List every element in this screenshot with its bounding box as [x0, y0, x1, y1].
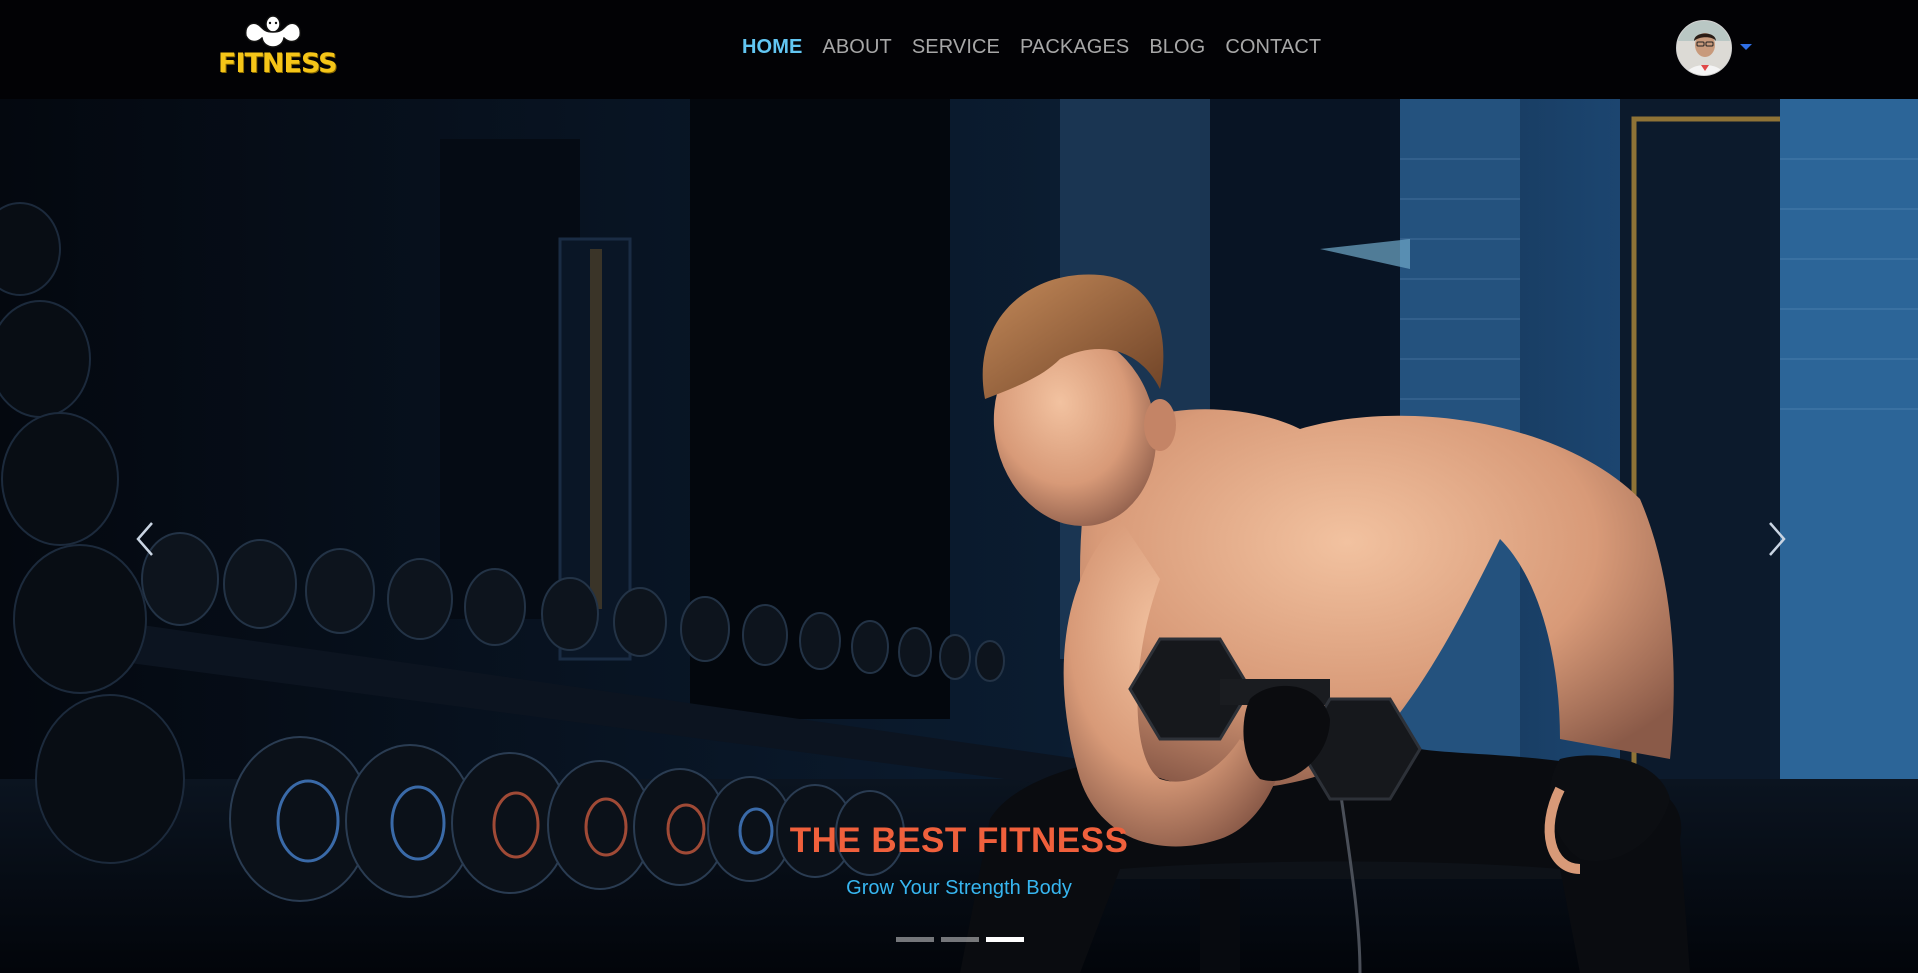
- hero-subtitle: Grow Your Strength Body: [846, 877, 1072, 899]
- hero-carousel: THE BEST FITNESS Grow Your Strength Body: [0, 99, 1918, 973]
- nav-link-home[interactable]: HOME: [742, 36, 802, 58]
- nav-link-packages[interactable]: PACKAGES: [1020, 36, 1129, 58]
- nav-item-service: SERVICE: [912, 36, 1000, 62]
- carousel-indicator-3[interactable]: [986, 937, 1024, 942]
- nav-item-contact: CONTACT: [1225, 36, 1321, 62]
- nav-item-about: ABOUT: [822, 36, 891, 62]
- carousel-prev-button[interactable]: [126, 517, 166, 561]
- brand-logo-text: FITNESS: [218, 48, 338, 79]
- nav-link-about[interactable]: ABOUT: [822, 36, 891, 58]
- chevron-left-icon: [136, 522, 153, 556]
- carousel-indicator-1[interactable]: [896, 937, 934, 942]
- carousel-indicator-2[interactable]: [941, 937, 979, 942]
- avatar-photo-icon: [1677, 21, 1731, 75]
- nav-item-blog: BLOG: [1149, 36, 1205, 62]
- nav-link-service[interactable]: SERVICE: [912, 36, 1000, 58]
- top-navbar: FITNESS HOME ABOUT SERVICE PACKAGES BLOG…: [0, 0, 1918, 99]
- brand-logo[interactable]: FITNESS: [218, 14, 338, 79]
- user-menu-toggle[interactable]: [1674, 20, 1754, 78]
- nav-link-contact[interactable]: CONTACT: [1225, 36, 1321, 58]
- nav-item-home: HOME: [742, 36, 802, 62]
- main-nav: HOME ABOUT SERVICE PACKAGES BLOG CONTACT: [742, 36, 1341, 62]
- nav-link-blog[interactable]: BLOG: [1149, 36, 1205, 58]
- carousel-indicators: [896, 937, 1024, 942]
- carousel-next-button[interactable]: [1756, 517, 1796, 561]
- nav-item-packages: PACKAGES: [1020, 36, 1129, 62]
- caret-down-icon[interactable]: [1740, 44, 1752, 50]
- hero-title: THE BEST FITNESS: [789, 821, 1129, 860]
- chevron-right-icon: [1769, 522, 1786, 556]
- user-avatar[interactable]: [1676, 20, 1732, 76]
